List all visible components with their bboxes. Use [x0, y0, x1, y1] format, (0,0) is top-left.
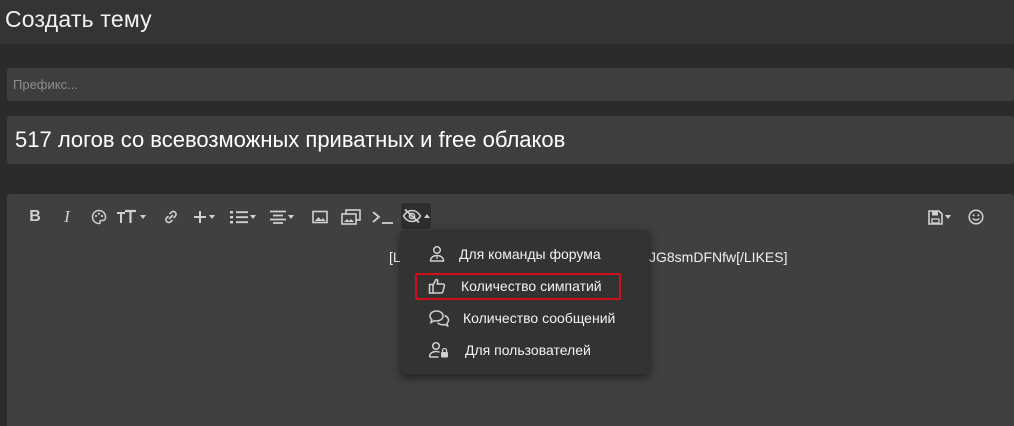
prefix-field[interactable]	[7, 68, 1014, 101]
thread-title-input[interactable]: 517 логов со всевозможных приватных и fr…	[15, 127, 565, 153]
image-icon	[312, 210, 328, 224]
menu-item-label: Для пользователей	[465, 342, 591, 358]
image-button[interactable]	[311, 206, 329, 228]
menu-item-label: Количество сообщений	[463, 310, 616, 326]
chevron-down-icon	[250, 215, 256, 219]
menu-item-users[interactable]: Для пользователей	[401, 336, 649, 364]
font-size-button[interactable]	[115, 206, 147, 228]
italic-button[interactable]: I	[60, 206, 74, 228]
menu-item-label: Для команды форума	[459, 246, 601, 262]
hide-button[interactable]	[401, 203, 431, 229]
menu-item-staff[interactable]: Для команды форума	[401, 240, 649, 268]
page-header: Создать тему	[0, 0, 1014, 44]
text-color-button[interactable]	[89, 206, 109, 228]
align-button[interactable]	[267, 206, 297, 228]
highlight-annotation	[415, 273, 621, 300]
header-divider	[0, 44, 1014, 56]
list-button[interactable]	[228, 206, 258, 228]
text-size-icon	[116, 209, 138, 225]
chevron-down-icon	[209, 215, 215, 219]
page-title: Создать тему	[5, 6, 152, 32]
chevron-down-icon	[140, 215, 146, 219]
media-button[interactable]	[340, 206, 362, 228]
bold-label: B	[29, 208, 41, 225]
emoji-button[interactable]	[967, 206, 985, 228]
link-icon	[163, 209, 179, 225]
bold-button[interactable]: B	[27, 206, 43, 228]
list-icon	[230, 210, 248, 224]
media-icon	[341, 209, 361, 225]
editor-content-end: JG8smDFNfw[/LIKES]	[649, 249, 788, 265]
menu-item-messages[interactable]: Количество сообщений	[401, 304, 649, 332]
insert-button[interactable]	[190, 206, 218, 228]
align-icon	[270, 210, 286, 224]
prefix-input[interactable]	[7, 68, 1014, 101]
palette-icon	[91, 209, 107, 225]
smiley-icon	[968, 209, 984, 225]
save-icon	[927, 209, 943, 225]
plus-icon	[193, 210, 207, 224]
chevron-down-icon	[288, 215, 294, 219]
chevron-down-icon	[944, 215, 951, 219]
terminal-icon	[372, 210, 394, 224]
eye-slash-icon	[402, 208, 422, 224]
thread-title-field[interactable]: 517 логов со всевозможных приватных и fr…	[7, 116, 1014, 164]
link-button[interactable]	[161, 206, 181, 228]
user-lock-icon	[428, 339, 450, 361]
hide-dropdown-menu: Для команды форума Количество симпатий К…	[401, 230, 649, 374]
code-button[interactable]	[371, 206, 395, 228]
drafts-button[interactable]	[924, 206, 954, 228]
chat-icon	[428, 307, 450, 329]
chevron-up-icon	[424, 214, 430, 218]
team-icon	[426, 243, 448, 265]
italic-label: I	[64, 207, 70, 226]
